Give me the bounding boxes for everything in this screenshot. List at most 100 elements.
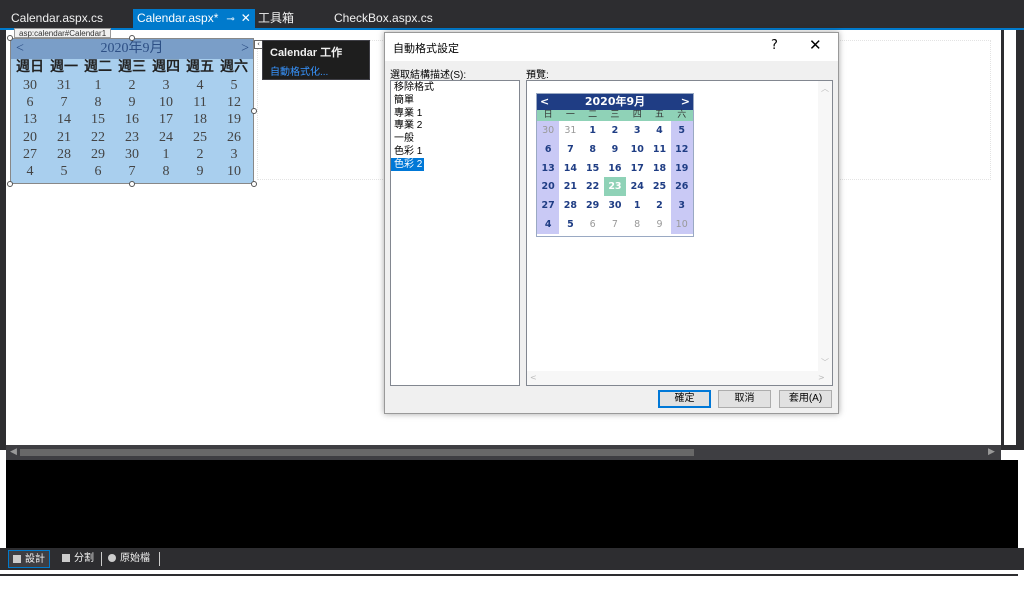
chevron-left-icon[interactable]: < (530, 373, 537, 382)
calendar-day[interactable]: 9 (183, 163, 217, 180)
ok-button[interactable]: 確定 (658, 390, 711, 408)
calendar-day[interactable]: 6 (81, 163, 115, 180)
resize-handle[interactable] (251, 181, 257, 187)
tab-calendar-aspx[interactable]: Calendar.aspx* ⊸ ✕ (133, 9, 255, 28)
view-tab-label: 分割 (74, 553, 94, 564)
preview-vertical-scrollbar[interactable]: ︿ ﹀ (818, 81, 832, 371)
tab-checkbox-aspx-cs[interactable]: CheckBox.aspx.cs (330, 9, 437, 28)
scheme-listbox[interactable]: 移除格式 簡單 專業 1 專業 2 一般 色彩 1 色彩 2 (390, 80, 520, 386)
calendar-day[interactable]: 5 (47, 163, 81, 180)
preview-horizontal-scrollbar[interactable]: < > (527, 371, 832, 385)
status-line (0, 574, 1018, 576)
resize-handle[interactable] (251, 108, 257, 114)
calendar-day[interactable]: 10 (217, 163, 251, 180)
auto-format-link[interactable]: 自動格式化... (270, 63, 328, 78)
calendar-day[interactable]: 2 (115, 77, 149, 94)
scheme-item-selected[interactable]: 色彩 2 (391, 157, 424, 171)
calendar-day[interactable]: 15 (81, 111, 115, 128)
calendar-day[interactable]: 21 (47, 129, 81, 146)
calendar-day[interactable]: 31 (47, 77, 81, 94)
preview-day: 9 (656, 218, 663, 230)
control-tag[interactable]: asp:calendar#Calendar1 (14, 28, 112, 38)
calendar-day[interactable]: 18 (183, 111, 217, 128)
calendar-day[interactable]: 28 (47, 146, 81, 163)
scheme-item[interactable]: 專業 1 (391, 107, 519, 120)
tab-split-view[interactable]: 分割 (58, 550, 98, 568)
preview-day: 8 (589, 143, 596, 155)
calendar-day[interactable]: 6 (13, 94, 47, 111)
apply-button[interactable]: 套用(A) (779, 390, 832, 408)
preview-day: 3 (633, 125, 641, 136)
calendar-day[interactable]: 30 (115, 146, 149, 163)
calendar-day[interactable]: 14 (47, 111, 81, 128)
calendar-control[interactable]: 2020年9月 < > 週日 週一 週二 週三 週四 週五 週六 30 31 1 2 3 4 5 6 7 8 9 1… (10, 38, 254, 184)
preview-day: 10 (630, 143, 644, 155)
close-icon[interactable]: ✕ (809, 36, 822, 54)
preview-day: 5 (567, 218, 574, 230)
calendar-day[interactable]: 1 (81, 77, 115, 94)
pin-icon[interactable]: ⊸ (226, 14, 234, 25)
preview-day: 2 (611, 125, 619, 136)
calendar-day[interactable]: 20 (13, 129, 47, 146)
calendar-day[interactable]: 19 (217, 111, 251, 128)
close-icon[interactable]: ✕ (241, 11, 251, 25)
chevron-down-icon[interactable]: ﹀ (821, 357, 829, 368)
calendar-day[interactable]: 30 (13, 77, 47, 94)
resize-handle[interactable] (129, 181, 135, 187)
calendar-day[interactable]: 26 (217, 129, 251, 146)
scheme-item[interactable]: 移除格式 (391, 81, 519, 94)
scheme-item[interactable]: 一般 (391, 132, 519, 145)
calendar-day[interactable]: 4 (183, 77, 217, 94)
calendar-day-header: 週二 (84, 60, 112, 75)
calendar-day[interactable]: 7 (115, 163, 149, 180)
resize-handle[interactable] (7, 35, 13, 41)
calendar-day[interactable]: 27 (13, 146, 47, 163)
calendar-day[interactable]: 8 (81, 94, 115, 111)
resize-handle[interactable] (7, 181, 13, 187)
calendar-day[interactable]: 7 (47, 94, 81, 111)
preview-day-header: 五 (648, 110, 671, 121)
scroll-thumb[interactable] (20, 449, 694, 456)
calendar-day[interactable]: 22 (81, 129, 115, 146)
calendar-day[interactable]: 2 (183, 146, 217, 163)
calendar-day[interactable]: 16 (115, 111, 149, 128)
calendar-day[interactable]: 24 (149, 129, 183, 146)
dialog-title: 自動格式設定 (393, 43, 459, 55)
calendar-day[interactable]: 17 (149, 111, 183, 128)
cancel-button[interactable]: 取消 (718, 390, 771, 408)
calendar-next-link[interactable]: > (241, 39, 249, 59)
scroll-right-icon[interactable]: ▶ (988, 447, 995, 457)
tab-toolbox[interactable]: 工具箱 (254, 9, 298, 28)
calendar-day[interactable]: 1 (149, 146, 183, 163)
calendar-day[interactable]: 10 (149, 94, 183, 111)
chevron-up-icon[interactable]: ︿ (821, 83, 829, 94)
help-icon[interactable]: ? (771, 38, 778, 53)
tab-source-view[interactable]: 原始檔 (104, 550, 154, 568)
calendar-day[interactable]: 3 (149, 77, 183, 94)
tab-design-view[interactable]: 設計 (8, 550, 50, 568)
resize-handle[interactable] (129, 35, 135, 41)
calendar-day[interactable]: 4 (13, 163, 47, 180)
preview-day: 9 (611, 143, 619, 155)
calendar-prev-link[interactable]: < (16, 39, 24, 59)
scheme-item[interactable]: 簡單 (391, 94, 519, 107)
vertical-scrollbar-track[interactable] (1004, 30, 1016, 445)
scroll-left-icon[interactable]: ◀ (10, 447, 17, 457)
calendar-day[interactable]: 29 (81, 146, 115, 163)
calendar-day[interactable]: 25 (183, 129, 217, 146)
calendar-day[interactable]: 9 (115, 94, 149, 111)
preview-day: 30 (608, 200, 622, 212)
calendar-day[interactable]: 3 (217, 146, 251, 163)
scheme-item[interactable]: 色彩 1 (391, 145, 519, 158)
calendar-day[interactable]: 11 (183, 94, 217, 111)
calendar-day[interactable]: 8 (149, 163, 183, 180)
chevron-right-icon[interactable]: > (818, 373, 825, 382)
calendar-day[interactable]: 12 (217, 94, 251, 111)
calendar-day[interactable]: 5 (217, 77, 251, 94)
horizontal-scrollbar[interactable]: ◀ ▶ (6, 445, 1001, 460)
calendar-day[interactable]: 13 (13, 111, 47, 128)
calendar-day[interactable]: 23 (115, 129, 149, 146)
scheme-item[interactable]: 專業 2 (391, 119, 519, 132)
tab-calendar-aspx-cs[interactable]: Calendar.aspx.cs (7, 9, 107, 28)
calendar-day-header: 週四 (152, 60, 180, 75)
